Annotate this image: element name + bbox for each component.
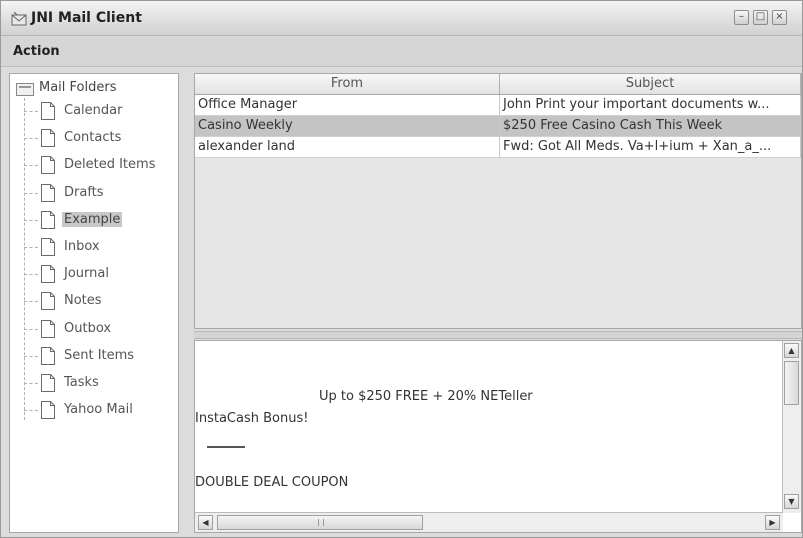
preview-divider	[207, 446, 245, 448]
tree-connector-line	[24, 383, 38, 384]
folder-label: Notes	[64, 293, 102, 309]
preview-line-offer: Up to $250 FREE + 20% NETeller	[319, 389, 533, 404]
cell-subject: $250 Free Casino Cash This Week	[500, 116, 801, 137]
tree-connector-line	[24, 138, 38, 140]
document-icon	[41, 265, 55, 284]
column-header-from[interactable]: From	[195, 74, 500, 94]
cell-subject: John Print your important documents w...	[500, 95, 801, 116]
folder-item-drafts[interactable]: Drafts	[24, 181, 174, 208]
document-icon	[41, 210, 55, 229]
tree-connector-line	[24, 165, 38, 167]
folder-item-calendar[interactable]: Calendar	[24, 99, 174, 126]
folder-item-inbox[interactable]: Inbox	[24, 235, 174, 262]
scroll-right-icon[interactable]: ▶	[765, 515, 780, 530]
scroll-up-icon[interactable]: ▲	[784, 343, 799, 358]
document-icon	[41, 156, 55, 175]
tree-connector-line	[24, 192, 38, 194]
folder-label: Journal	[64, 266, 109, 282]
folder-tree: Mail Folders Calendar Contacts Deleted Ite…	[9, 73, 179, 533]
table-row-selected[interactable]: Casino Weekly $250 Free Casino Cash This…	[195, 116, 801, 137]
vertical-scroll-thumb[interactable]	[784, 361, 799, 405]
tree-connector-line	[24, 301, 38, 303]
folder-label: Deleted Items	[64, 157, 156, 173]
document-icon	[41, 319, 55, 338]
split-pane-divider[interactable]	[194, 331, 802, 339]
document-icon	[41, 238, 55, 256]
tree-connector-line	[24, 355, 38, 357]
close-button[interactable]: ×	[772, 10, 787, 25]
tree-connector-line	[24, 219, 38, 221]
preview-line-coupon: DOUBLE DEAL COUPON	[195, 475, 349, 490]
document-icon	[41, 102, 55, 120]
folder-label: Sent Items	[64, 347, 135, 363]
document-icon	[41, 401, 55, 420]
folder-item-outbox[interactable]: Outbox	[24, 317, 174, 344]
title-bar[interactable]: JNI Mail Client – □ ×	[1, 1, 802, 36]
folder-label: Calendar	[64, 103, 123, 118]
folder-item-tasks[interactable]: Tasks	[24, 371, 174, 398]
folder-label: Example	[62, 211, 123, 227]
folder-label: Outbox	[64, 320, 112, 336]
message-preview: Up to $250 FREE + 20% NETeller InstaCash…	[194, 340, 802, 533]
table-header: From Subject	[195, 74, 801, 95]
envelope-app-icon	[11, 12, 27, 26]
folder-label: Tasks	[64, 375, 99, 390]
folder-label: Inbox	[64, 239, 100, 254]
document-icon	[41, 292, 55, 311]
folder-label: Contacts	[64, 130, 122, 146]
tree-connector-line	[24, 274, 38, 276]
tree-root-label: Mail Folders	[39, 80, 117, 95]
cell-from: Office Manager	[195, 95, 500, 116]
tree-connector-line	[24, 111, 38, 112]
cell-subject: Fwd: Got All Meds. Va+l+ium + Xan_a_...	[500, 137, 801, 158]
tree-connector-line	[24, 247, 38, 248]
horizontal-scrollbar[interactable]: ◀ ▶	[195, 512, 783, 532]
preview-line-bonus: InstaCash Bonus!	[195, 411, 309, 426]
document-icon	[41, 183, 55, 202]
maximize-button[interactable]: □	[753, 10, 768, 25]
message-table: From Subject Office Manager John Print y…	[194, 73, 802, 329]
folder-item-notes[interactable]: Notes	[24, 289, 174, 316]
folder-item-contacts[interactable]: Contacts	[24, 126, 174, 153]
menu-bar: Action	[1, 36, 802, 67]
cell-from: alexander land	[195, 137, 500, 158]
scroll-left-icon[interactable]: ◀	[198, 515, 213, 530]
table-row[interactable]: alexander land Fwd: Got All Meds. Va+l+i…	[195, 137, 801, 158]
menu-action[interactable]: Action	[13, 44, 60, 59]
window-title: JNI Mail Client	[31, 10, 142, 26]
document-icon	[41, 346, 55, 365]
tree-connector-line	[24, 328, 38, 330]
folder-item-journal[interactable]: Journal	[24, 262, 174, 289]
table-row[interactable]: Office Manager John Print your important…	[195, 95, 801, 116]
main-window: JNI Mail Client – □ × Action Mail Folder…	[0, 0, 803, 538]
folder-label: Drafts	[64, 184, 104, 200]
folder-item-example[interactable]: Example	[24, 208, 174, 235]
scroll-down-icon[interactable]: ▼	[784, 494, 799, 509]
document-icon	[41, 129, 55, 148]
mail-folders-icon	[16, 83, 34, 96]
folder-item-yahoo-mail[interactable]: Yahoo Mail	[24, 398, 174, 425]
horizontal-scroll-thumb[interactable]	[217, 515, 423, 530]
folder-item-sent-items[interactable]: Sent Items	[24, 344, 174, 371]
column-header-subject[interactable]: Subject	[500, 74, 801, 94]
folder-item-deleted-items[interactable]: Deleted Items	[24, 153, 174, 180]
folder-label: Yahoo Mail	[64, 402, 133, 418]
minimize-button[interactable]: –	[734, 10, 749, 25]
cell-from: Casino Weekly	[195, 116, 500, 137]
vertical-scrollbar[interactable]: ▲ ▼	[782, 341, 801, 513]
tree-connector-line	[24, 410, 38, 412]
document-icon	[41, 374, 55, 392]
